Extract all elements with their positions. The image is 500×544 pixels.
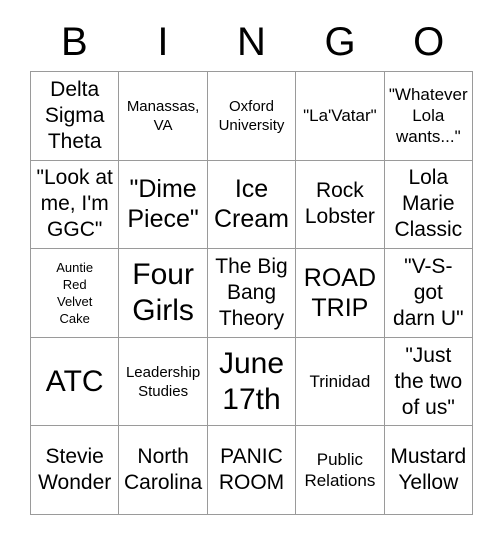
bingo-cell[interactable]: "Look at me, I'm GGC" (31, 160, 120, 250)
bingo-cell[interactable]: ATC (31, 337, 120, 427)
bingo-header: BINGO (30, 18, 473, 66)
bingo-cell[interactable]: Ice Cream (207, 160, 297, 250)
bingo-cell[interactable]: Lola Marie Classic (384, 160, 473, 250)
bingo-cell-label: Mustard Yellow (390, 445, 467, 495)
bingo-cell-label: North Carolina (123, 445, 203, 495)
bingo-cell-label: Rock Lobster (304, 179, 375, 229)
bingo-cell-label: Auntie Red Velvet Cake (56, 259, 94, 326)
bingo-cell-label: Delta Sigma Theta (44, 77, 105, 153)
bingo-cell[interactable]: Oxford University (207, 72, 297, 161)
bingo-cell[interactable]: North Carolina (119, 426, 208, 515)
bingo-cell[interactable]: The Big Bang Theory (207, 249, 297, 338)
bingo-cell-label: Stevie Wonder (38, 445, 112, 495)
bingo-cell-label: Four Girls (132, 257, 194, 327)
bingo-cell-label: "Just the two of us" (394, 343, 463, 419)
bingo-cell[interactable]: Auntie Red Velvet Cake (31, 249, 120, 338)
bingo-cell-label: ROAD TRIP (303, 263, 376, 322)
bingo-cell-label: Trinidad (309, 372, 371, 392)
bingo-grid: Delta Sigma Theta Manassas, VA Oxford Univ… (30, 71, 473, 515)
bingo-cell-label: "V-S- got darn U" (393, 254, 464, 330)
bingo-cell[interactable]: ROAD TRIP (296, 249, 385, 338)
bingo-cell-label: PANIC ROOM (218, 445, 285, 495)
bingo-cell-label: The Big Bang Theory (215, 254, 288, 330)
bingo-cell[interactable]: June 17th (207, 337, 297, 427)
bingo-cell-label: ATC (45, 364, 104, 398)
bingo-header-letter-g: G (324, 20, 356, 64)
bingo-cell[interactable]: PANIC ROOM (207, 426, 297, 515)
bingo-cell[interactable]: Stevie Wonder (31, 426, 120, 515)
bingo-cell[interactable]: "Dime Piece" (119, 160, 208, 250)
bingo-header-letter-i: I (157, 20, 169, 64)
bingo-cell[interactable]: "Just the two of us" (384, 337, 473, 427)
bingo-cell-label: "Whatever Lola wants..." (388, 85, 468, 147)
bingo-cell-label: Manassas, VA (126, 97, 200, 134)
bingo-cell[interactable]: Mustard Yellow (384, 426, 473, 515)
bingo-cell[interactable]: "La'Vatar" (296, 72, 385, 161)
bingo-header-letter-o: O (413, 20, 445, 64)
bingo-cell[interactable]: "Whatever Lola wants..." (384, 72, 473, 161)
bingo-cell-label: Lola Marie Classic (394, 166, 463, 242)
bingo-cell[interactable]: Rock Lobster (296, 160, 385, 250)
bingo-cell[interactable]: Trinidad (296, 337, 385, 427)
bingo-cell[interactable]: Four Girls (119, 249, 208, 338)
bingo-cell-label: June 17th (218, 346, 285, 416)
bingo-cell-label: Public Relations (304, 450, 376, 491)
bingo-cell-label: Ice Cream (213, 175, 289, 234)
bingo-cell[interactable]: Manassas, VA (119, 72, 208, 161)
bingo-cell-label: Leadership Studies (125, 363, 201, 400)
bingo-cell[interactable]: Public Relations (296, 426, 385, 515)
bingo-cell[interactable]: "V-S- got darn U" (384, 249, 473, 338)
bingo-cell-label: "La'Vatar" (303, 106, 377, 126)
bingo-cell-label: "Look at me, I'm GGC" (36, 166, 113, 242)
bingo-header-letter-b: B (60, 20, 88, 64)
bingo-cell[interactable]: Delta Sigma Theta (31, 72, 120, 161)
bingo-header-letter-n: N (237, 20, 266, 64)
bingo-cell-label: "Dime Piece" (127, 175, 199, 234)
bingo-cell[interactable]: Leadership Studies (119, 337, 208, 427)
bingo-cell-label: Oxford University (218, 97, 285, 134)
bingo-card: B I N G O Delta Sigma Theta Manassas, VA Oxfor… (0, 0, 500, 544)
